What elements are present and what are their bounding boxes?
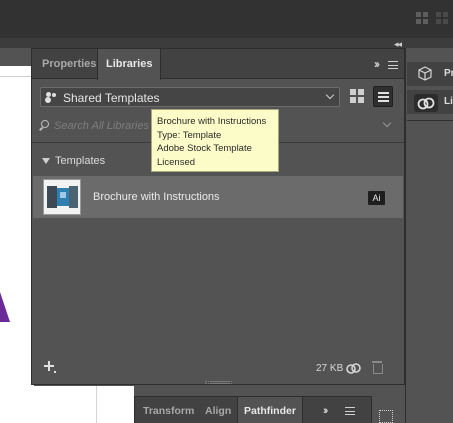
library-item[interactable]: Brochure with Instructions Ai	[33, 176, 403, 218]
library-size: 27 KB	[316, 363, 344, 374]
dock-item-properties[interactable]: Pr	[407, 62, 453, 86]
dock-item-label: Lil	[444, 96, 453, 107]
tab-pathfinder[interactable]: Pathfinder	[237, 397, 303, 423]
library-select-value: Shared Templates	[63, 91, 160, 105]
trash-icon[interactable]	[372, 361, 383, 374]
artwork-shape	[0, 292, 10, 322]
group-label: Templates	[55, 155, 106, 167]
collapse-panel-icon[interactable]: ››	[374, 57, 380, 71]
application-bar	[0, 0, 453, 38]
disclosure-triangle-icon[interactable]	[42, 158, 50, 164]
tooltip-line: Brochure with Instructions	[157, 116, 267, 127]
creative-cloud-sync-icon[interactable]	[346, 362, 361, 375]
library-select[interactable]: Shared Templates	[40, 87, 340, 107]
collapse-panel-icon[interactable]: ››	[323, 405, 329, 417]
transform-tool-icon[interactable]	[379, 410, 393, 423]
cube-icon	[418, 66, 432, 81]
tab-libraries[interactable]: Libraries	[97, 49, 162, 80]
tooltip-line: Adobe Stock Template	[157, 143, 252, 154]
dock-item-label: Pr	[444, 68, 453, 79]
divider	[407, 120, 453, 121]
tab-transform[interactable]: Transform	[143, 397, 194, 423]
workspace-switcher-icon[interactable]	[436, 12, 448, 24]
dock-item-libraries[interactable]: Lil	[407, 90, 453, 114]
tab-properties[interactable]: Properties	[34, 49, 104, 79]
document-canvas[interactable]	[0, 66, 34, 386]
panel-dock-header	[0, 38, 453, 48]
canvas-guide-line	[96, 386, 97, 423]
creative-cloud-libraries-icon	[414, 94, 438, 112]
tooltip-line: Type: Template	[157, 129, 222, 141]
shared-users-icon	[46, 92, 58, 102]
tooltip-line: Licensed	[157, 156, 196, 168]
search-icon	[41, 120, 49, 128]
add-content-icon[interactable]	[44, 361, 56, 373]
canvas-guide-line	[0, 76, 34, 77]
panel-resize-grip[interactable]	[205, 381, 229, 384]
panel-tab-bar: Properties Libraries ››	[32, 49, 404, 80]
panel-menu-icon[interactable]	[345, 407, 355, 415]
chevron-down-icon	[325, 90, 335, 100]
panel-menu-icon[interactable]	[388, 61, 398, 69]
artboard-lower[interactable]	[0, 386, 134, 423]
arrange-documents-icon[interactable]	[416, 12, 428, 24]
libraries-panel: Properties Libraries ›› Shared Templates…	[31, 48, 405, 385]
tab-align[interactable]: Align	[205, 397, 231, 423]
list-view-icon[interactable]	[373, 86, 393, 107]
template-thumbnail	[43, 179, 81, 215]
grid-view-icon[interactable]	[350, 89, 364, 103]
right-panel-dock: Pr Lil	[405, 48, 453, 423]
item-tooltip: Brochure with Instructions Type: Templat…	[151, 109, 279, 172]
illustrator-file-icon: Ai	[368, 191, 385, 205]
library-item-label: Brochure with Instructions	[93, 191, 220, 203]
transform-panel-group: Transform Align Pathfinder ››	[134, 396, 372, 423]
search-options-chevron-icon[interactable]	[382, 118, 392, 128]
